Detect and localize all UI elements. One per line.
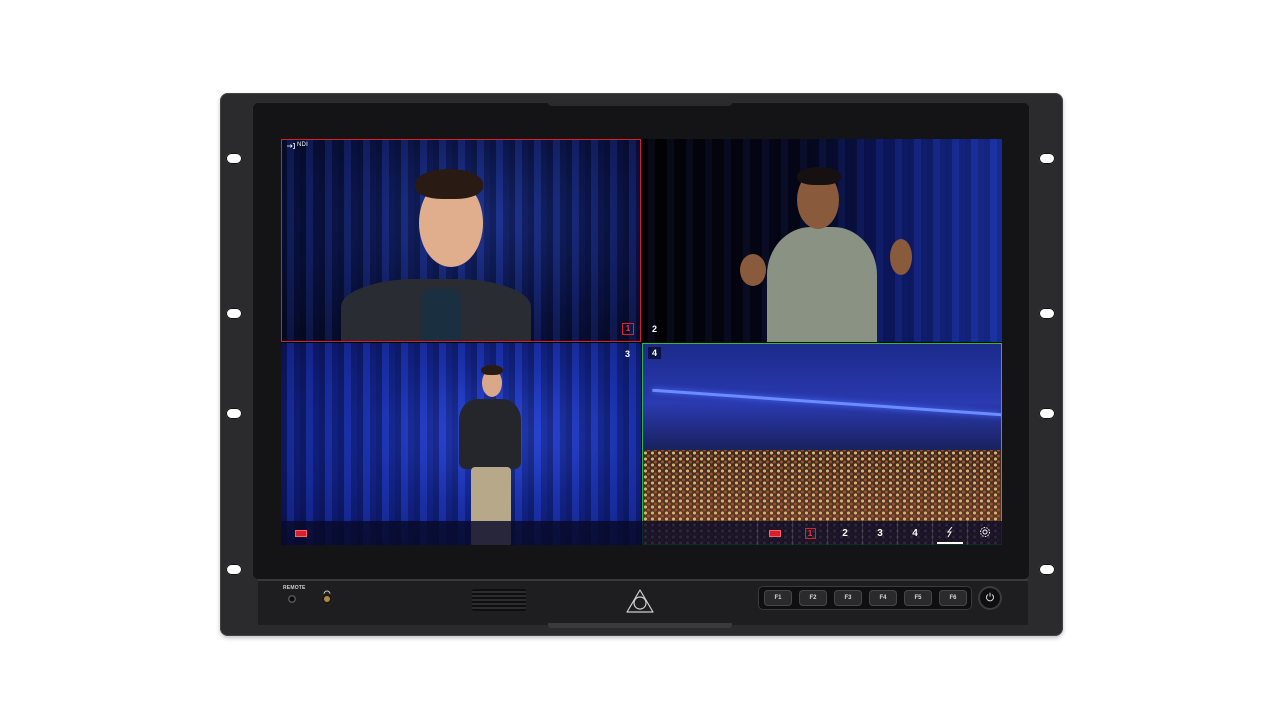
function-key-f2[interactable]: F2: [799, 590, 827, 606]
presenter-body: [459, 399, 521, 469]
presenter-hand-right: [890, 239, 912, 275]
channel-button-3[interactable]: 3: [862, 521, 897, 545]
channel-button-2[interactable]: 2: [827, 521, 862, 545]
gear-icon: [979, 526, 991, 541]
rack-mount-hole: [1039, 308, 1055, 319]
presenter-hand-left: [740, 254, 766, 286]
presenter-hair: [797, 167, 841, 185]
active-indicator: [937, 542, 963, 544]
channel-number-3: 3: [624, 349, 630, 359]
record-icon: [769, 529, 781, 537]
remote-label: REMOTE: [283, 585, 306, 591]
program-frame: [281, 139, 641, 342]
rack-mount-hole: [1039, 408, 1055, 419]
channel-button-4[interactable]: 4: [897, 521, 932, 545]
record-button[interactable]: [757, 521, 792, 545]
monitor-screen: NDI 1 2 3 4 1 2 3 4: [281, 139, 1002, 545]
camera-view-1[interactable]: NDI 1: [281, 139, 641, 342]
function-key-f5[interactable]: F5: [904, 590, 932, 606]
headphone-port[interactable]: [321, 593, 333, 605]
function-key-f6[interactable]: F6: [939, 590, 967, 606]
transition-button[interactable]: [932, 521, 967, 545]
presenter-body: [767, 227, 877, 342]
channel-button-1[interactable]: 1: [792, 521, 827, 545]
bezel-bottom-notch: [548, 623, 732, 628]
function-key-f3[interactable]: F3: [834, 590, 862, 606]
function-key-f4[interactable]: F4: [869, 590, 897, 606]
rack-mount-hole: [226, 564, 242, 575]
camera-view-2[interactable]: 2: [642, 139, 1002, 342]
bottom-control-bar: 1 2 3 4: [281, 521, 1002, 545]
record-icon: [295, 529, 307, 537]
channel-number-2: 2: [651, 324, 657, 334]
channel-1-label: 1: [804, 527, 816, 539]
atomos-logo-icon: [625, 588, 655, 614]
camera-view-3[interactable]: 3: [281, 343, 641, 545]
rack-mount-hole: [226, 408, 242, 419]
presenter-hair: [481, 365, 503, 375]
power-button[interactable]: [978, 586, 1002, 610]
settings-button[interactable]: [967, 521, 1002, 545]
preview-frame: [642, 343, 1002, 545]
record-button-left[interactable]: [287, 521, 315, 545]
power-icon: [985, 589, 995, 607]
camera-view-4[interactable]: 4: [642, 343, 1002, 545]
function-key-f1[interactable]: F1: [764, 590, 792, 606]
rack-mount-hole: [1039, 153, 1055, 164]
bezel-top-notch: [548, 102, 732, 106]
rack-mount-hole: [226, 153, 242, 164]
transition-icon: [945, 526, 955, 541]
remote-port[interactable]: [288, 595, 296, 603]
speaker-grille: [472, 589, 526, 611]
rack-mount-hole: [226, 308, 242, 319]
rack-mount-hole: [1039, 564, 1055, 575]
